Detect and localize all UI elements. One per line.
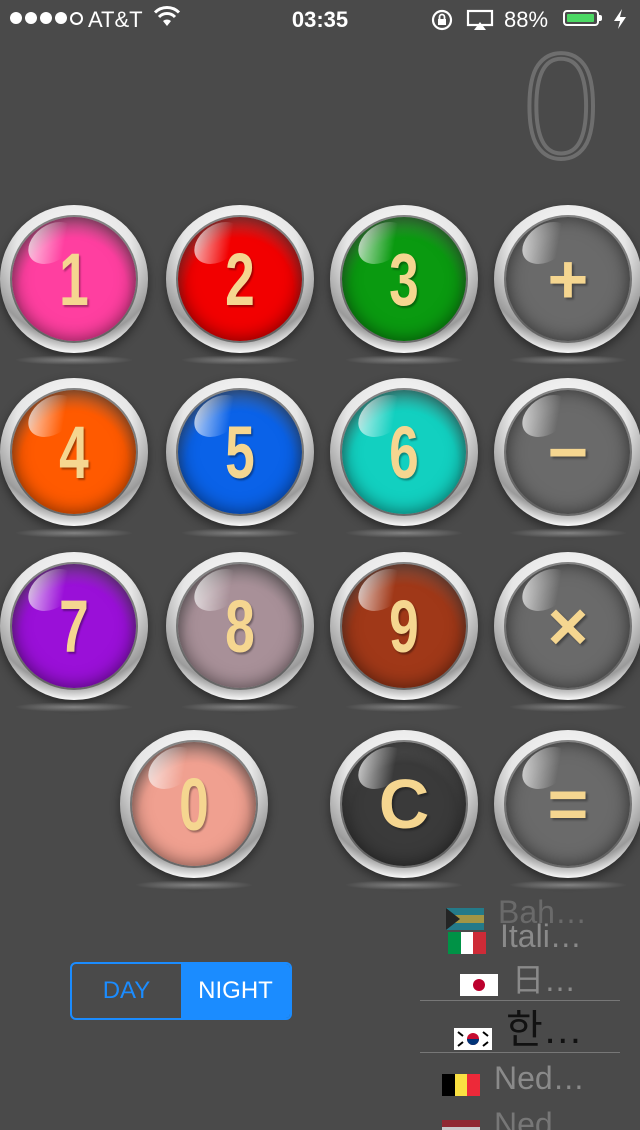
result-display: 0 bbox=[515, 28, 608, 191]
button-label: + bbox=[547, 240, 589, 318]
button-label: 2 bbox=[225, 237, 255, 321]
key-5-button[interactable]: 5 bbox=[166, 378, 314, 538]
language-picker[interactable]: Bah… Itali… 日… 한… Ned… Ned… bbox=[420, 888, 640, 1130]
key-8-button[interactable]: 8 bbox=[166, 552, 314, 712]
key-equals-button[interactable]: = bbox=[494, 730, 640, 890]
button-label: 6 bbox=[389, 410, 419, 494]
button-label: 5 bbox=[225, 410, 255, 494]
key-3-button[interactable]: 3 bbox=[330, 205, 478, 365]
key-9-button[interactable]: 9 bbox=[330, 552, 478, 712]
charging-bolt-icon bbox=[614, 9, 626, 29]
button-label: 4 bbox=[59, 410, 89, 494]
language-label: 한… bbox=[506, 1008, 583, 1052]
button-label: 0 bbox=[179, 762, 209, 846]
button-label: C bbox=[378, 765, 430, 843]
key-clear-button[interactable]: C bbox=[330, 730, 478, 890]
day-option[interactable]: DAY bbox=[72, 964, 181, 1018]
button-label: 7 bbox=[59, 584, 89, 668]
italy-flag-icon bbox=[448, 925, 486, 954]
day-night-toggle[interactable]: DAY NIGHT bbox=[70, 962, 292, 1020]
language-option[interactable]: 한… bbox=[420, 1002, 640, 1052]
button-label: = bbox=[547, 765, 589, 843]
button-label: 1 bbox=[59, 237, 89, 321]
language-label: Itali… bbox=[500, 917, 582, 954]
button-label: 8 bbox=[225, 584, 255, 668]
key-4-button[interactable]: 4 bbox=[0, 378, 148, 538]
button-label: 3 bbox=[389, 237, 419, 321]
japan-flag-icon bbox=[460, 967, 498, 996]
rotation-lock-icon bbox=[431, 9, 453, 31]
language-label: Ned… bbox=[494, 1105, 585, 1130]
button-label: − bbox=[547, 413, 589, 491]
language-option[interactable]: Ned… bbox=[420, 1100, 640, 1130]
key-7-button[interactable]: 7 bbox=[0, 552, 148, 712]
korea-flag-icon bbox=[454, 1015, 492, 1050]
battery-icon bbox=[563, 10, 602, 26]
language-option[interactable]: 日… bbox=[420, 954, 640, 1002]
key-2-button[interactable]: 2 bbox=[166, 205, 314, 365]
key-plus-button[interactable]: + bbox=[494, 205, 640, 365]
key-0-button[interactable]: 0 bbox=[120, 730, 268, 890]
belgium-flag-icon bbox=[442, 1067, 480, 1096]
language-option[interactable]: Ned… bbox=[420, 1054, 640, 1102]
language-option[interactable]: Itali… bbox=[420, 912, 640, 960]
netherlands-flag-icon bbox=[442, 1113, 480, 1130]
button-label: × bbox=[547, 587, 589, 665]
airplay-icon bbox=[466, 9, 494, 30]
night-option[interactable]: NIGHT bbox=[181, 964, 290, 1018]
key-minus-button[interactable]: − bbox=[494, 378, 640, 538]
key-1-button[interactable]: 1 bbox=[0, 205, 148, 365]
button-label: 9 bbox=[389, 584, 419, 668]
key-multiply-button[interactable]: × bbox=[494, 552, 640, 712]
language-label: 日… bbox=[512, 962, 577, 998]
language-label: Ned… bbox=[494, 1059, 585, 1096]
key-6-button[interactable]: 6 bbox=[330, 378, 478, 538]
